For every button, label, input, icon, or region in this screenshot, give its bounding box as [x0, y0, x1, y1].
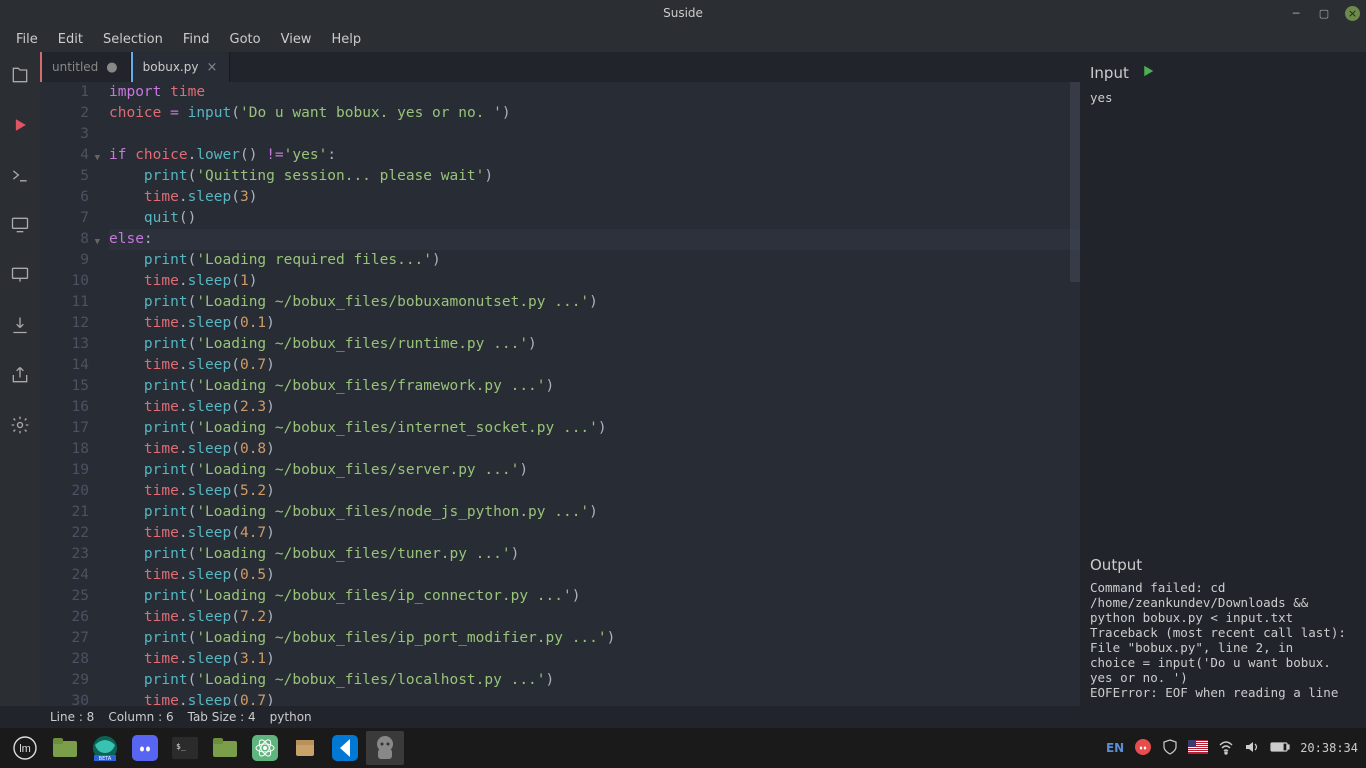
monitor-alt-icon[interactable]: [9, 264, 31, 286]
system-tray: EN 20:38:34: [1106, 738, 1358, 759]
menu-help[interactable]: Help: [321, 28, 371, 51]
svg-text:lm: lm: [19, 743, 31, 755]
tab-label: untitled: [52, 60, 98, 74]
suside-app-icon[interactable]: [366, 731, 404, 765]
share-icon[interactable]: [9, 364, 31, 386]
terminal-app-icon[interactable]: $_: [166, 731, 204, 765]
status-tabsize: Tab Size : 4: [188, 710, 256, 724]
tray-flag-icon[interactable]: [1188, 740, 1208, 757]
discord-icon[interactable]: [126, 731, 164, 765]
files-icon[interactable]: [9, 64, 31, 86]
run-icon[interactable]: [9, 114, 31, 136]
tab-close-icon[interactable]: ●: [106, 61, 117, 74]
output-panel-title: Output: [1090, 556, 1356, 574]
menubar: File Edit Selection Find Goto View Help: [0, 26, 1366, 52]
menu-goto[interactable]: Goto: [220, 28, 271, 51]
tray-clock[interactable]: 20:38:34: [1300, 741, 1358, 755]
svg-text:BETA: BETA: [99, 756, 112, 761]
maximize-button[interactable]: ▢: [1317, 6, 1331, 20]
tray-lang[interactable]: EN: [1106, 741, 1124, 755]
input-panel-header: Input: [1090, 62, 1356, 84]
menu-file[interactable]: File: [6, 28, 48, 51]
tab-bar: untitled ● bobux.py ×: [40, 52, 1080, 82]
scrollbar-thumb[interactable]: [1070, 82, 1080, 282]
tab-close-icon[interactable]: ×: [206, 61, 217, 74]
vscode-icon[interactable]: [326, 731, 364, 765]
folder-icon[interactable]: [206, 731, 244, 765]
tab-label: bobux.py: [143, 60, 199, 74]
side-panel: Input yes Output Command failed: cd /hom…: [1080, 52, 1366, 706]
minimize-button[interactable]: ─: [1289, 6, 1303, 20]
edge-beta-icon[interactable]: BETA: [86, 731, 124, 765]
code-editor[interactable]: 1234▼5678▼910111213141516171819202122232…: [40, 82, 1080, 706]
status-lang: python: [270, 710, 312, 724]
titlebar: Suside ─ ▢ ×: [0, 0, 1366, 26]
menu-view[interactable]: View: [271, 28, 322, 51]
input-panel-body[interactable]: yes: [1090, 90, 1356, 546]
svg-text:$_: $_: [176, 742, 186, 751]
input-panel-title: Input: [1090, 64, 1129, 82]
settings-icon[interactable]: [9, 414, 31, 436]
code-area[interactable]: import timechoice = input('Do u want bob…: [95, 82, 1080, 706]
activitybar: [0, 52, 40, 706]
file-manager-icon[interactable]: [46, 731, 84, 765]
output-panel-body: Command failed: cd /home/zeankundev/Down…: [1090, 580, 1356, 700]
run-play-icon[interactable]: [1139, 62, 1157, 84]
menu-find[interactable]: Find: [173, 28, 220, 51]
taskbar: lm BETA $_ EN 20:38:34: [0, 728, 1366, 768]
menu-edit[interactable]: Edit: [48, 28, 93, 51]
menu-selection[interactable]: Selection: [93, 28, 173, 51]
tray-wifi-icon[interactable]: [1218, 739, 1234, 758]
close-button[interactable]: ×: [1345, 6, 1360, 21]
scrollbar[interactable]: [1070, 82, 1080, 706]
statusbar: Line : 8 Column : 6 Tab Size : 4 python: [0, 706, 1366, 728]
monitor-icon[interactable]: [9, 214, 31, 236]
status-column: Column : 6: [108, 710, 173, 724]
window-title: Suside: [663, 6, 703, 20]
tray-shield-icon[interactable]: [1162, 739, 1178, 758]
tray-discord-icon[interactable]: [1134, 738, 1152, 759]
terminal-icon[interactable]: [9, 164, 31, 186]
tab-untitled[interactable]: untitled ●: [40, 52, 131, 82]
gutter: 1234▼5678▼910111213141516171819202122232…: [40, 82, 95, 706]
tab-bobux-py[interactable]: bobux.py ×: [131, 52, 231, 82]
tray-battery-icon[interactable]: [1270, 741, 1290, 756]
package-icon[interactable]: [286, 731, 324, 765]
download-icon[interactable]: [9, 314, 31, 336]
status-line: Line : 8: [50, 710, 94, 724]
tray-sound-icon[interactable]: [1244, 739, 1260, 758]
mint-menu-icon[interactable]: lm: [6, 731, 44, 765]
atom-icon[interactable]: [246, 731, 284, 765]
